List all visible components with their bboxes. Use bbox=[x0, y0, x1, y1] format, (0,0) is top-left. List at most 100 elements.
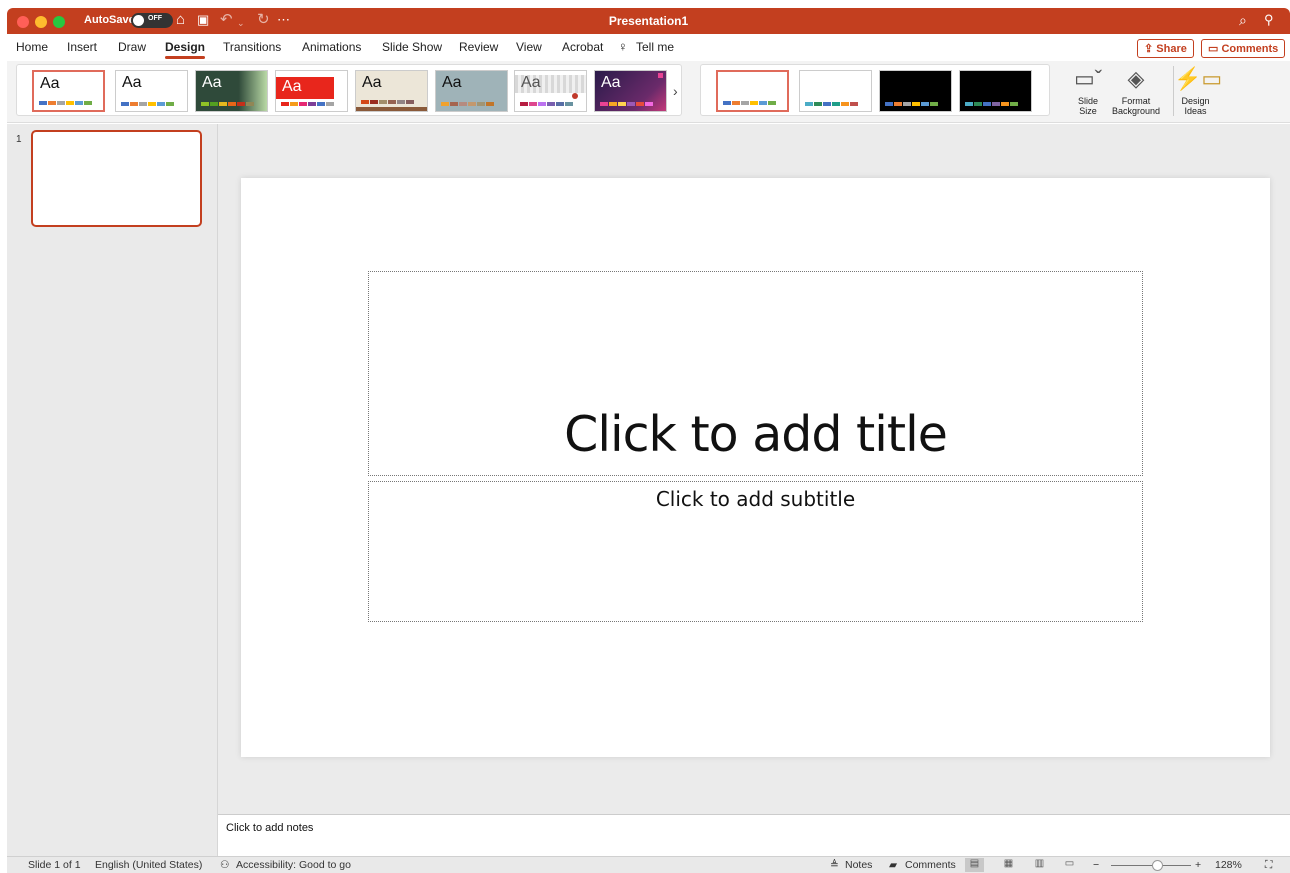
format-background-icon: ◈ bbox=[1127, 66, 1145, 91]
slide-number: 1 bbox=[16, 134, 22, 145]
accessibility-status[interactable]: Accessibility: Good to go bbox=[236, 859, 351, 871]
comments-button[interactable]: ▭ Comments bbox=[1201, 39, 1286, 58]
themes-gallery: Aa Aa Aa Aa Aa Aa Aa Aa › bbox=[16, 64, 682, 116]
theme-sample-text: Aa bbox=[40, 75, 60, 92]
format-background-button[interactable]: ◈ Format Background bbox=[1108, 66, 1164, 116]
reading-view-icon[interactable]: ▥ bbox=[1030, 858, 1049, 872]
more-themes-arrow-icon[interactable]: › bbox=[673, 83, 678, 99]
tab-view[interactable]: View bbox=[516, 40, 542, 54]
normal-view-icon[interactable]: ▤ bbox=[965, 858, 984, 872]
theme-swatches bbox=[361, 100, 414, 104]
theme-swatches bbox=[281, 102, 334, 106]
window-title: Presentation1 bbox=[608, 14, 689, 28]
notes-pane[interactable]: Click to add notes bbox=[218, 814, 1290, 856]
variant-4[interactable] bbox=[959, 70, 1032, 112]
subtitle-placeholder-text: Click to add subtitle bbox=[655, 487, 856, 511]
slide-size-label-1: Slide bbox=[1077, 96, 1098, 106]
variant-2[interactable] bbox=[799, 70, 872, 112]
tab-insert[interactable]: Insert bbox=[67, 40, 97, 54]
search-icon[interactable]: ⌕ bbox=[1239, 11, 1247, 29]
tab-draw[interactable]: Draw bbox=[118, 40, 146, 54]
status-bar: Slide 1 of 1 English (United States) ⚇ A… bbox=[7, 856, 1290, 873]
share-label: Share bbox=[1156, 43, 1187, 55]
slide-show-icon[interactable]: ▭ bbox=[1060, 858, 1079, 872]
design-ideas-icon: ⚡▭ bbox=[1174, 66, 1223, 91]
theme-accent-dot bbox=[658, 73, 663, 78]
comment-icon: ▭ bbox=[1208, 43, 1222, 55]
fit-to-window-icon[interactable]: ⛶ bbox=[1265, 859, 1272, 872]
zoom-in-icon[interactable]: + bbox=[1195, 859, 1201, 871]
comments-label: Comments bbox=[1221, 43, 1279, 55]
theme-wood-strip bbox=[356, 107, 427, 111]
tab-acrobat[interactable]: Acrobat bbox=[562, 40, 603, 54]
theme-sample-text: Aa bbox=[442, 74, 462, 91]
share-button[interactable]: ⇪ Share bbox=[1137, 39, 1194, 58]
slide-size-button[interactable]: ▭ˇ Slide Size bbox=[1068, 66, 1108, 116]
notes-icon: ≜ bbox=[830, 859, 839, 871]
variant-1[interactable] bbox=[716, 70, 789, 112]
tab-transitions[interactable]: Transitions bbox=[223, 40, 281, 54]
format-background-label-1: Format bbox=[1121, 96, 1151, 106]
theme-sample-text: Aa bbox=[202, 74, 222, 91]
theme-facet[interactable]: Aa bbox=[195, 70, 268, 112]
title-placeholder[interactable]: Click to add title bbox=[368, 271, 1143, 476]
notes-placeholder: Click to add notes bbox=[226, 822, 314, 834]
slide-thumbnail-pane: 1 bbox=[7, 124, 218, 856]
zoom-slider-knob[interactable] bbox=[1152, 860, 1163, 871]
theme-swatches bbox=[520, 102, 573, 106]
theme-gallery[interactable]: Aa bbox=[514, 70, 587, 112]
tab-animations[interactable]: Animations bbox=[302, 40, 361, 54]
zoom-level[interactable]: 128% bbox=[1215, 859, 1242, 871]
theme-sample-text: Aa bbox=[282, 78, 302, 95]
share-icon: ⇪ bbox=[1144, 43, 1157, 55]
design-ribbon: Aa Aa Aa Aa Aa Aa Aa Aa › ▭ˇ Slide Size … bbox=[7, 61, 1290, 123]
theme-sample-text: Aa bbox=[362, 74, 382, 91]
zoom-slider-track[interactable] bbox=[1111, 865, 1191, 866]
tab-tell-me[interactable]: Tell me bbox=[636, 40, 674, 54]
theme-swatches bbox=[600, 102, 653, 106]
variants-gallery bbox=[700, 64, 1050, 116]
title-placeholder-text: Click to add title bbox=[564, 406, 948, 463]
lightbulb-icon: ♀ bbox=[618, 39, 628, 54]
slide-canvas[interactable]: Click to add title Click to add subtitle bbox=[241, 178, 1270, 757]
slide-sorter-icon[interactable]: ▦ bbox=[999, 858, 1018, 872]
theme-sample-text: Aa bbox=[601, 74, 621, 91]
theme-swatches bbox=[39, 101, 92, 105]
variant-3[interactable] bbox=[879, 70, 952, 112]
variant-swatches bbox=[723, 101, 776, 105]
subtitle-placeholder[interactable]: Click to add subtitle bbox=[368, 481, 1143, 622]
comments-status-icon: ▰ bbox=[889, 859, 898, 871]
theme-slate[interactable]: Aa bbox=[435, 70, 508, 112]
slide-count: Slide 1 of 1 bbox=[28, 859, 81, 871]
slide-size-label-2: Size bbox=[1079, 106, 1097, 116]
design-ideas-label-2: Ideas bbox=[1184, 106, 1207, 116]
theme-dot bbox=[572, 93, 578, 99]
language-status[interactable]: English (United States) bbox=[95, 859, 202, 871]
ribbon-tabs: Home Insert Draw Design Transitions Anim… bbox=[7, 34, 1290, 61]
theme-swatches bbox=[121, 102, 174, 106]
account-icon[interactable]: ⚲ bbox=[1264, 11, 1274, 29]
tab-home[interactable]: Home bbox=[16, 40, 48, 54]
theme-office[interactable]: Aa bbox=[32, 70, 105, 112]
slide-size-icon: ▭ˇ bbox=[1073, 66, 1103, 91]
theme-swatches bbox=[441, 102, 494, 106]
design-ideas-button[interactable]: ⚡▭ Design Ideas bbox=[1173, 66, 1223, 116]
theme-red-banner[interactable]: Aa bbox=[275, 70, 348, 112]
variant-swatches bbox=[965, 102, 1018, 106]
tab-slide-show[interactable]: Slide Show bbox=[382, 40, 442, 54]
theme-swatches bbox=[201, 102, 254, 106]
theme-sample-text: Aa bbox=[122, 74, 142, 91]
variant-swatches bbox=[885, 102, 938, 106]
zoom-out-icon[interactable]: − bbox=[1093, 859, 1099, 871]
theme-office-2[interactable]: Aa bbox=[115, 70, 188, 112]
variant-swatches bbox=[805, 102, 858, 106]
theme-wood-type[interactable]: Aa bbox=[355, 70, 428, 112]
tab-review[interactable]: Review bbox=[459, 40, 498, 54]
slide-editing-area: Click to add title Click to add subtitle bbox=[218, 124, 1290, 814]
tab-design[interactable]: Design bbox=[165, 40, 206, 59]
theme-celestial[interactable]: Aa bbox=[594, 70, 667, 112]
notes-toggle[interactable]: Notes bbox=[845, 859, 872, 871]
comments-toggle[interactable]: Comments bbox=[905, 859, 956, 871]
slide-thumbnail-1[interactable] bbox=[31, 130, 202, 227]
accessibility-icon: ⚇ bbox=[220, 859, 230, 871]
